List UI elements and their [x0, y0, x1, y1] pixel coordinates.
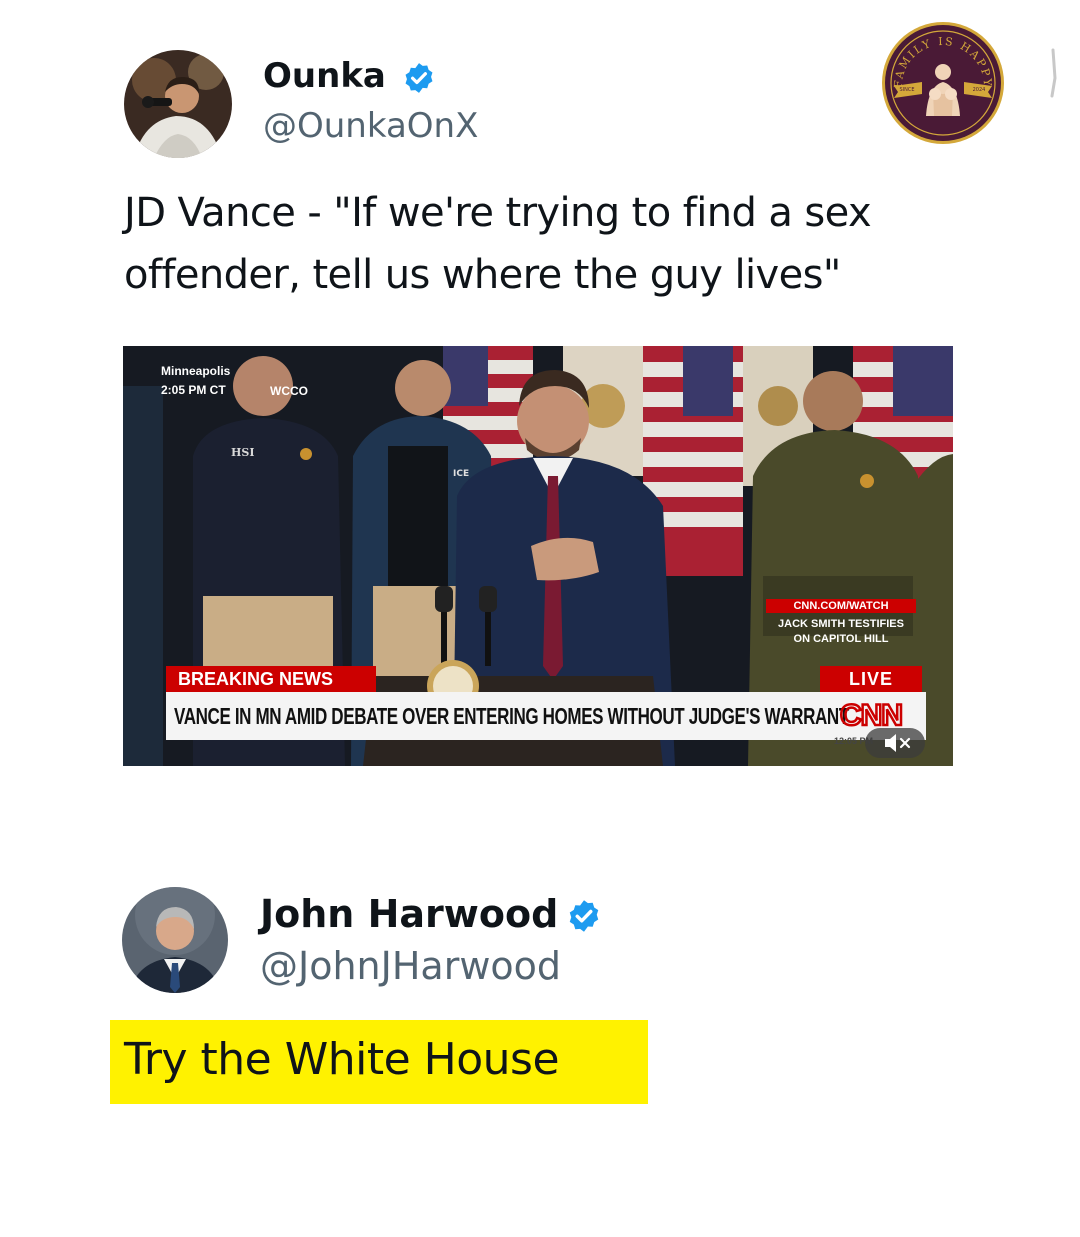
harwood-tweet-highlight: Try the White House: [110, 1020, 648, 1104]
edge-artifact: [1046, 48, 1060, 100]
location-name: Minneapolis: [161, 364, 231, 378]
muted-speaker-icon: [885, 734, 911, 752]
mute-button[interactable]: [865, 728, 925, 758]
promo-line-2: ON CAPITOL HILL: [793, 633, 889, 645]
station-call-sign: WCCO: [270, 384, 308, 398]
harwood-display-name[interactable]: John Harwood: [260, 892, 558, 936]
family-is-happy-logo: FAMILY IS HAPPY SINCE 2024: [880, 20, 1006, 146]
chyron-bar: VANCE IN MN AMID DEBATE OVER ENTERING HO…: [166, 692, 926, 740]
ounka-tweet-text-line2: offender, tell us where the guy lives": [124, 252, 841, 298]
live-label: LIVE: [820, 666, 922, 692]
cnn-logo-icon: CNN: [828, 696, 914, 734]
news-video-embed[interactable]: HSI ICE Minneapolis 2:05 PM CT WCCO CNN.…: [123, 346, 953, 766]
verified-badge-icon: [402, 61, 436, 95]
harwood-avatar[interactable]: [122, 887, 228, 993]
ribbon-left-text: SINCE: [899, 87, 914, 93]
ice-jacket-label: ICE: [453, 469, 469, 479]
location-bug: Minneapolis 2:05 PM CT WCCO: [161, 362, 308, 400]
verified-badge-icon: [566, 898, 602, 934]
ounka-display-name[interactable]: Ounka: [263, 56, 386, 96]
harwood-handle[interactable]: @JohnJHarwood: [260, 944, 561, 988]
ribbon-right-text: 2024: [973, 87, 986, 93]
promo-line-1: JACK SMITH TESTIFIES: [778, 618, 904, 630]
ounka-handle[interactable]: @OunkaOnX: [263, 106, 478, 146]
hsi-jacket-label: HSI: [231, 446, 254, 459]
harwood-tweet-text: Try the White House: [124, 1034, 560, 1085]
ounka-tweet-text-line1: JD Vance - "If we're trying to find a se…: [124, 190, 872, 236]
chyron-headline: VANCE IN MN AMID DEBATE OVER ENTERING HO…: [174, 703, 849, 729]
promo-url: CNN.COM/WATCH: [766, 599, 916, 613]
ounka-avatar[interactable]: [124, 50, 232, 158]
location-time: 2:05 PM CT: [161, 383, 226, 397]
breaking-news-label: BREAKING NEWS: [166, 666, 376, 692]
cnn-promo-box: CNN.COM/WATCH JACK SMITH TESTIFIES ON CA…: [766, 599, 916, 647]
